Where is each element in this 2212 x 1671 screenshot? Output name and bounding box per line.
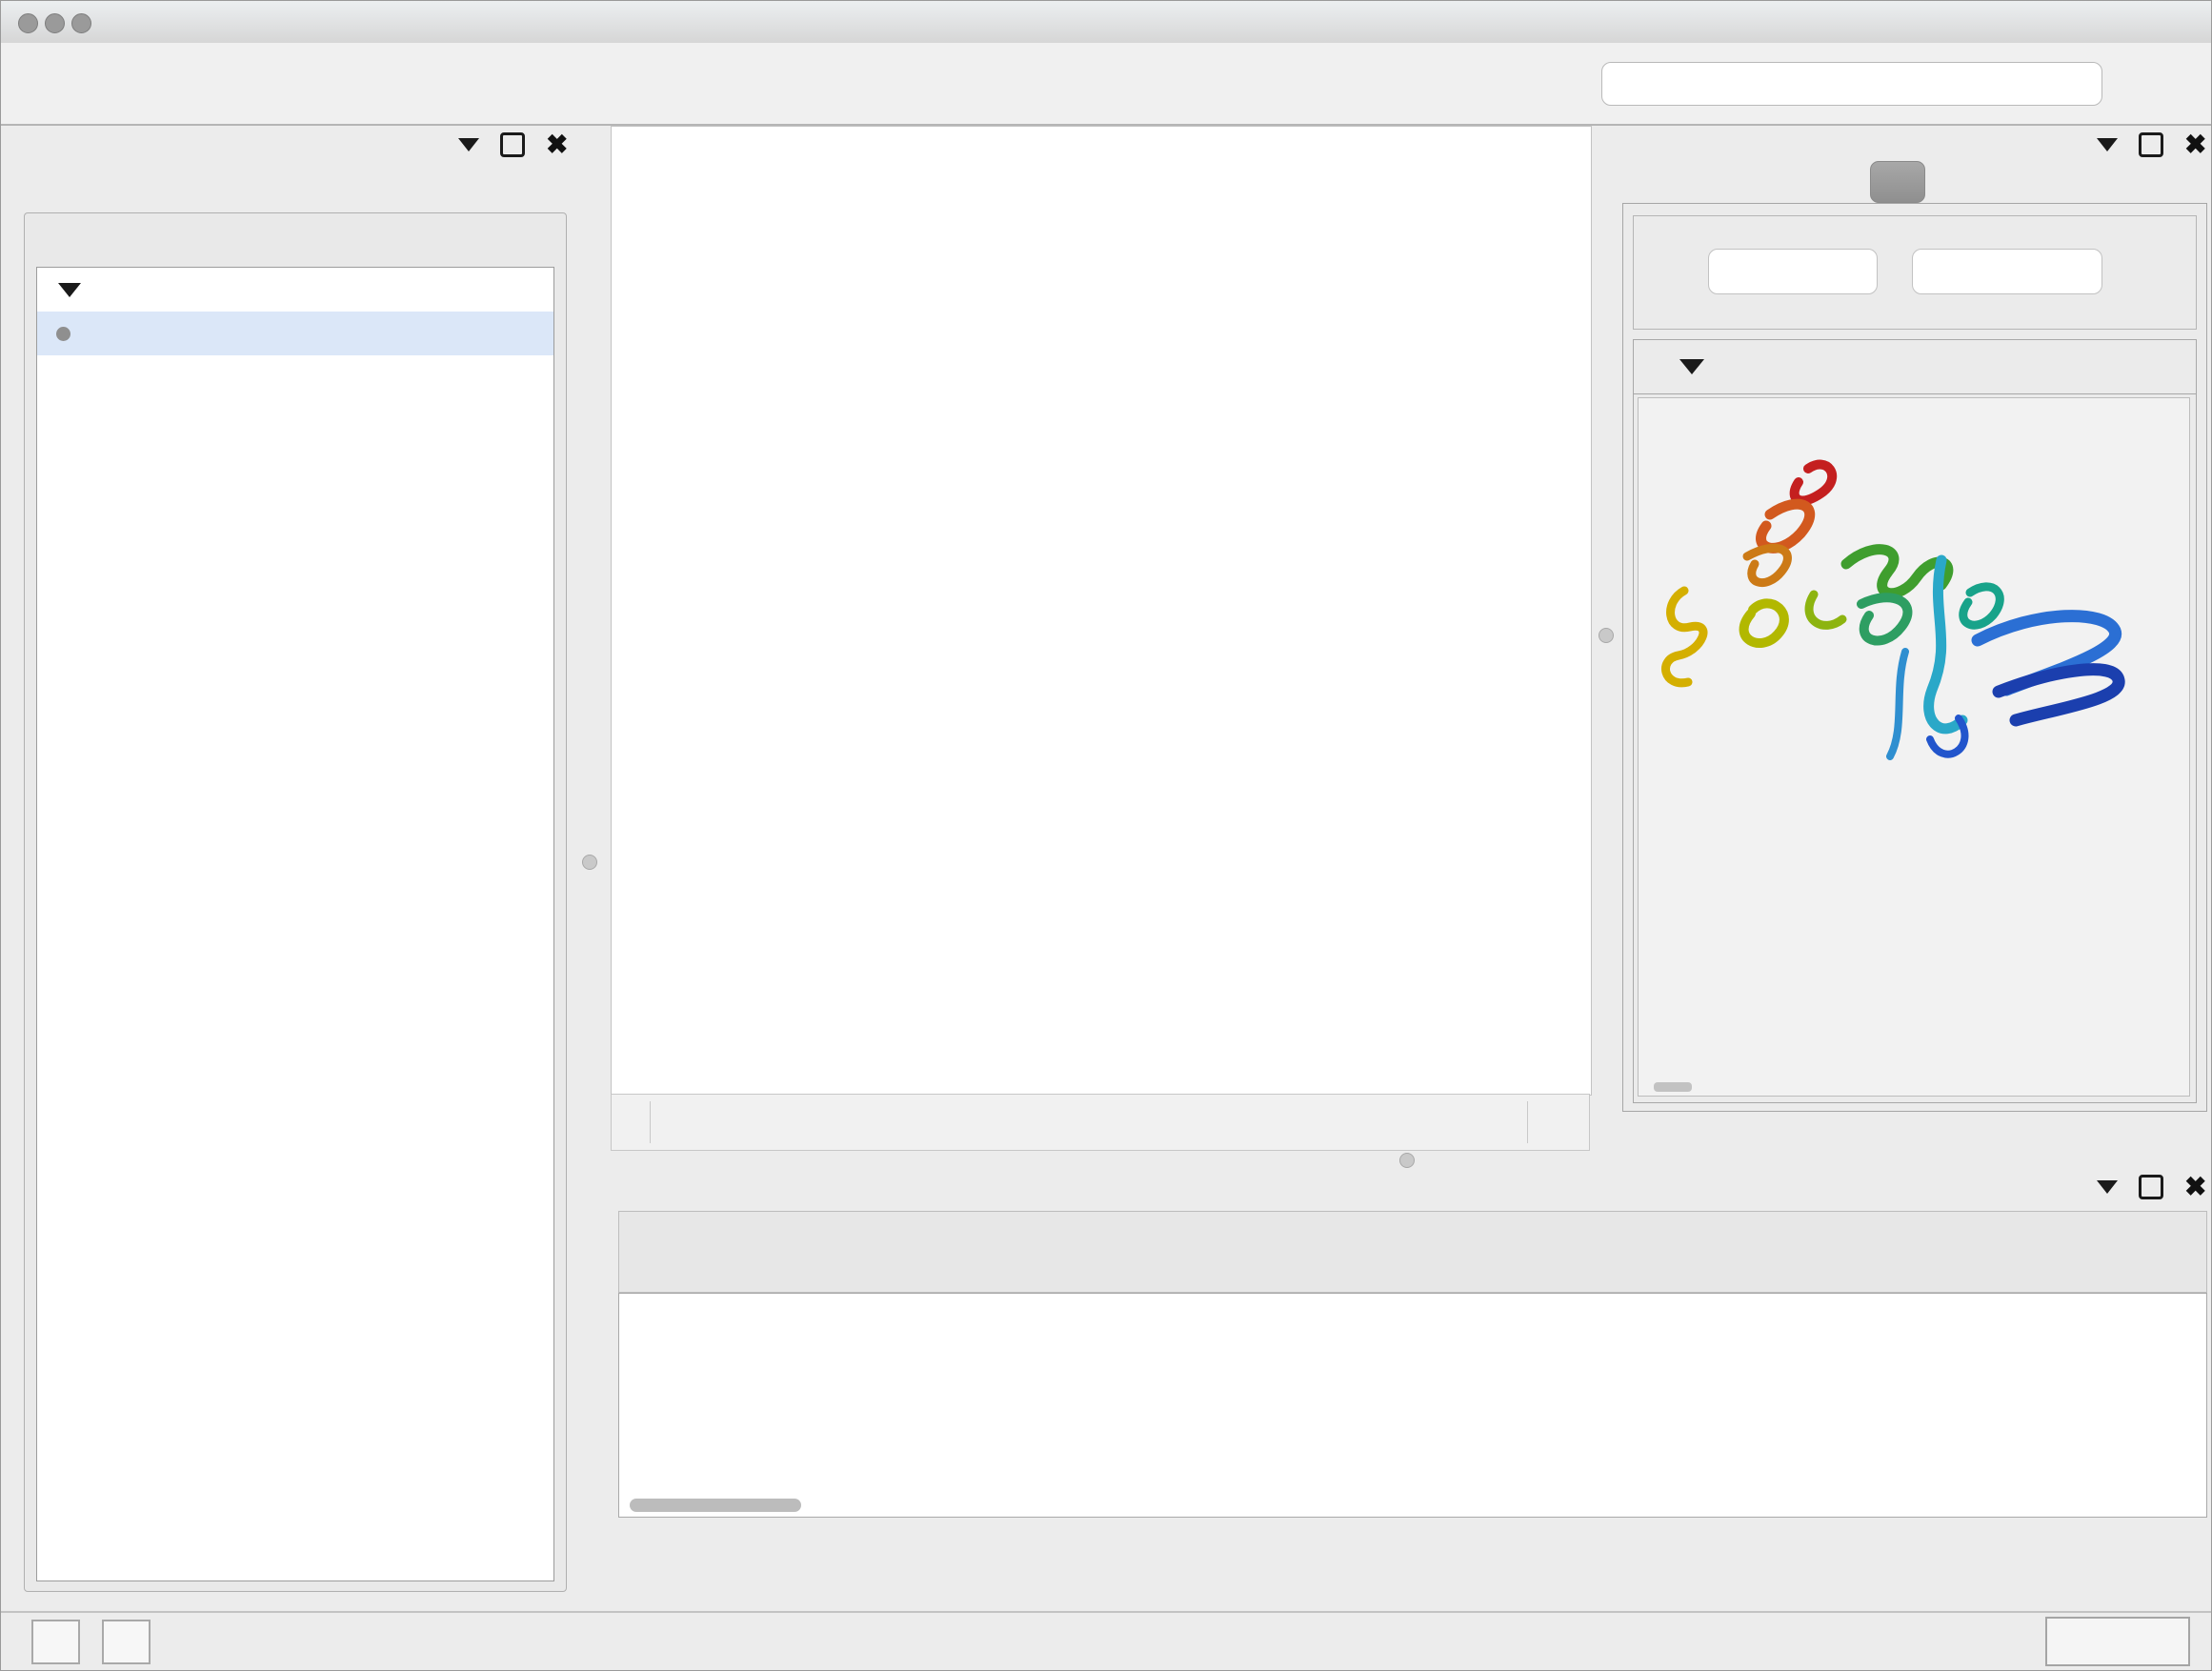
network-selection-bar [25,221,566,265]
table-float-icon[interactable] [2097,1180,2118,1194]
network-row[interactable] [37,312,553,355]
results-close-icon[interactable]: ✖ [2184,135,2206,154]
warnings-button[interactable] [102,1620,151,1664]
collection-expander-icon[interactable] [58,283,81,297]
tab-string[interactable] [1870,161,1925,203]
memory-button[interactable] [2045,1617,2190,1666]
protein-structure-image [1656,452,2170,785]
title-bar [1,1,2211,44]
search-input[interactable] [1601,62,2102,106]
expand-all-button[interactable] [1708,249,1878,294]
table-toolbar [618,1211,2207,1293]
results-maximize-icon[interactable] [2139,132,2163,157]
results-panel-controls: ✖ [2097,132,2206,157]
help-button[interactable] [2129,59,2179,109]
collapse-all-button[interactable] [1912,249,2102,294]
network-tree [36,267,554,1581]
status-bar [1,1611,2211,1671]
gene-section [1633,339,2197,1103]
network-tab-panel [24,212,567,1592]
cloud-button[interactable] [31,1620,80,1664]
cytoscape-window: ✖ [0,0,2212,1671]
main-toolbar [1,43,2211,126]
network-canvas[interactable] [611,126,1592,1096]
network-view-toolbar [611,1094,1590,1151]
gene-hscroll-thumb[interactable] [1654,1082,1692,1092]
control-panel-controls: ✖ [458,132,568,157]
panel-maximize-icon[interactable] [500,132,525,157]
window-close-icon[interactable] [18,13,38,33]
results-float-icon[interactable] [2097,138,2118,151]
bottom-splitter-handle[interactable] [1399,1153,1415,1168]
panel-float-icon[interactable] [458,138,479,151]
panel-close-icon[interactable]: ✖ [546,135,568,154]
table-panel-controls: ✖ [2097,1175,2206,1199]
network-status-dot-icon [56,327,70,341]
window-minimize-icon[interactable] [45,13,65,33]
node-table [618,1293,2207,1518]
gene-expander-icon[interactable] [1679,359,1704,374]
string-results-panel [1622,203,2207,1112]
expand-collapse-box [1633,215,2197,330]
gene-section-header[interactable] [1634,340,2196,394]
table-close-icon[interactable]: ✖ [2184,1178,2206,1197]
left-splitter-handle[interactable] [582,855,597,870]
memory-status-icon [2100,1629,2124,1654]
network-collection-row[interactable] [37,268,553,312]
window-zoom-icon[interactable] [71,13,91,33]
table-hscroll-thumb[interactable] [630,1499,801,1512]
table-maximize-icon[interactable] [2139,1175,2163,1199]
gene-details [1638,397,2190,1097]
right-splitter-handle[interactable] [1599,628,1614,643]
